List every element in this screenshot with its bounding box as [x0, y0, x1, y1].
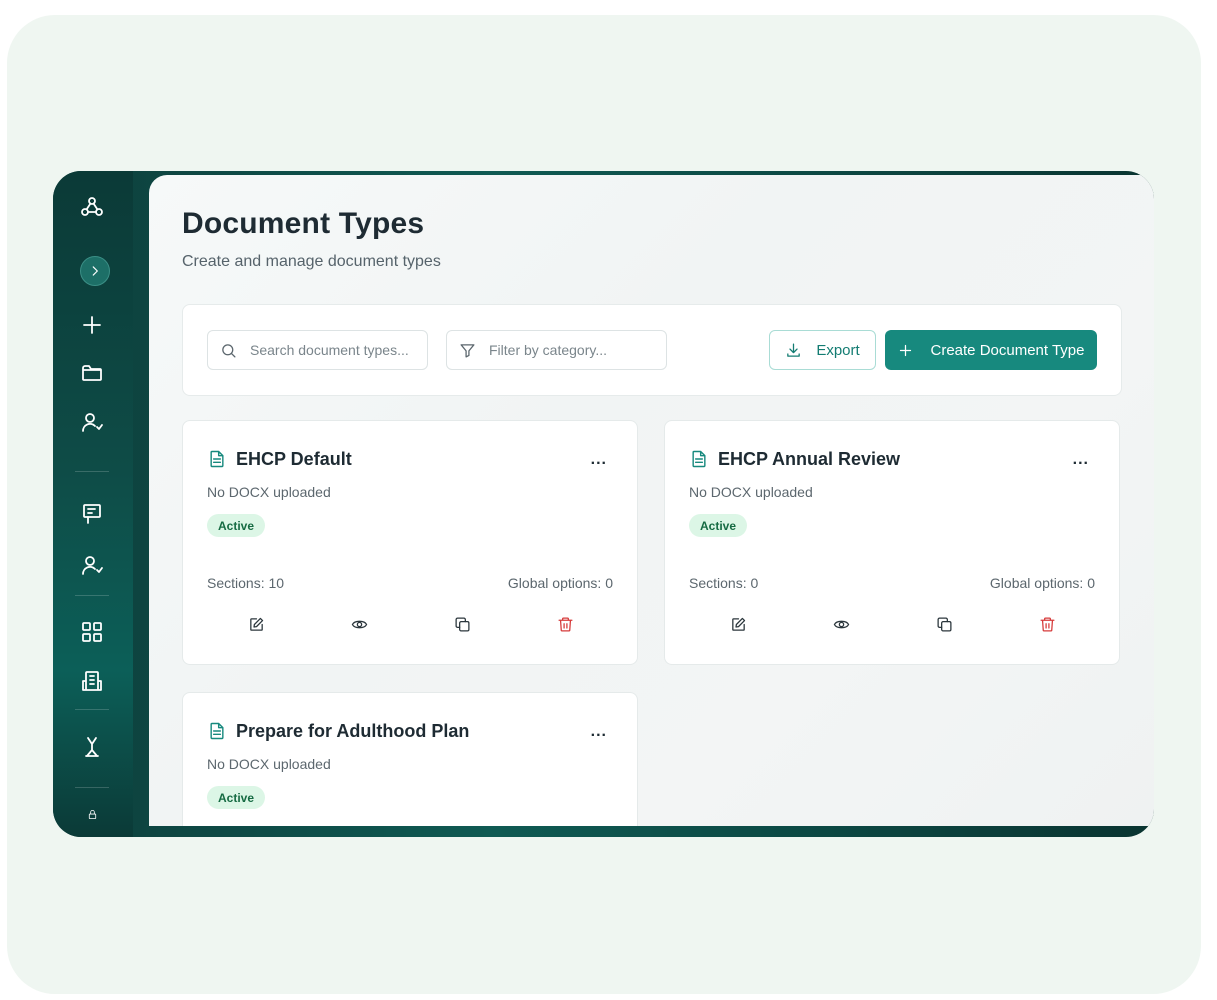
app-window: Document Types Create and manage documen… [53, 171, 1154, 837]
global-options-count: Global options: 0 [989, 575, 1095, 591]
card-title: Prepare for Adulthood Plan [236, 721, 470, 741]
sidebar-divider [75, 787, 109, 788]
main-panel: Document Types Create and manage documen… [149, 175, 1154, 826]
create-button-label: Create Document Type [930, 341, 1085, 359]
card-title: EHCP Default [236, 449, 352, 469]
filter-icon [460, 343, 475, 358]
more-options-button[interactable]: ... [591, 451, 607, 469]
download-icon [787, 342, 801, 357]
status-badge: Active [207, 514, 266, 537]
user-check-icon[interactable] [77, 408, 107, 438]
sidebar [53, 171, 133, 837]
docx-status: No DOCX uploaded [207, 756, 331, 772]
export-button-label: Export [816, 341, 860, 359]
document-icon [689, 449, 709, 469]
user-check-icon[interactable] [77, 551, 107, 581]
status-badge: Active [689, 514, 748, 537]
document-type-card: EHCP Annual Review ... No DOCX uploaded … [664, 420, 1120, 665]
document-icon [207, 449, 227, 469]
grid-icon[interactable] [77, 617, 107, 647]
search-input[interactable] [248, 341, 422, 359]
page-subtitle: Create and manage document types [182, 253, 441, 270]
building-icon[interactable] [77, 666, 107, 696]
sidebar-divider [75, 709, 109, 710]
folder-icon[interactable] [77, 358, 107, 388]
sections-count: Sections: 0 [689, 575, 759, 591]
category-filter[interactable] [446, 330, 667, 370]
edit-icon[interactable] [728, 614, 748, 634]
duplicate-icon[interactable] [934, 614, 954, 634]
plus-icon[interactable] [77, 310, 107, 340]
create-document-type-button[interactable]: Create Document Type [885, 330, 1097, 370]
view-icon[interactable] [831, 614, 851, 634]
more-options-button[interactable]: ... [591, 723, 607, 741]
flag-board-icon[interactable] [77, 499, 107, 529]
export-button[interactable]: Export [769, 330, 876, 370]
status-badge: Active [207, 786, 266, 809]
network-logo-icon[interactable] [77, 192, 107, 222]
person-icon[interactable] [77, 732, 107, 762]
edit-icon[interactable] [246, 614, 266, 634]
toolbar: Export Create Document Type [182, 304, 1122, 396]
document-type-card: Prepare for Adulthood Plan ... No DOCX u… [182, 692, 638, 826]
category-filter-input[interactable] [487, 341, 661, 359]
docx-status: No DOCX uploaded [689, 484, 813, 500]
delete-icon[interactable] [555, 614, 575, 634]
search-icon [222, 343, 236, 358]
docx-status: No DOCX uploaded [207, 484, 331, 500]
page-title: Document Types [182, 207, 425, 240]
document-icon [207, 721, 227, 741]
lock-icon[interactable] [77, 801, 107, 827]
card-title: EHCP Annual Review [718, 449, 901, 469]
more-options-button[interactable]: ... [1073, 451, 1089, 469]
document-type-card: EHCP Default ... No DOCX uploaded Active… [182, 420, 638, 665]
sidebar-divider [75, 471, 109, 472]
sections-count: Sections: 10 [207, 575, 285, 591]
chevron-right-icon [92, 266, 98, 276]
delete-icon[interactable] [1037, 614, 1057, 634]
search-box[interactable] [207, 330, 428, 370]
global-options-count: Global options: 0 [507, 575, 613, 591]
plus-icon [899, 344, 911, 356]
view-icon[interactable] [349, 614, 369, 634]
duplicate-icon[interactable] [452, 614, 472, 634]
sidebar-expand-button[interactable] [80, 256, 110, 286]
sidebar-divider [75, 595, 109, 596]
